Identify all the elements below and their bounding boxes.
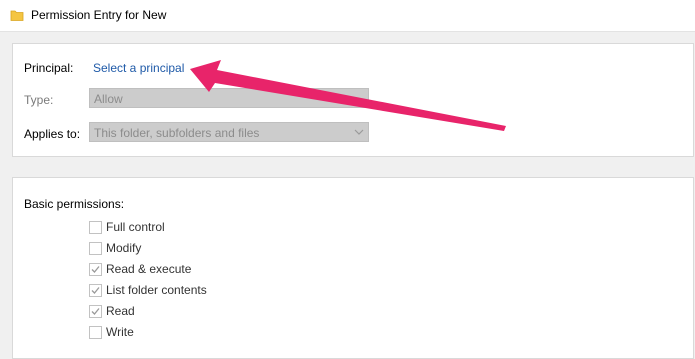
annotation-arrow-icon xyxy=(190,60,506,131)
